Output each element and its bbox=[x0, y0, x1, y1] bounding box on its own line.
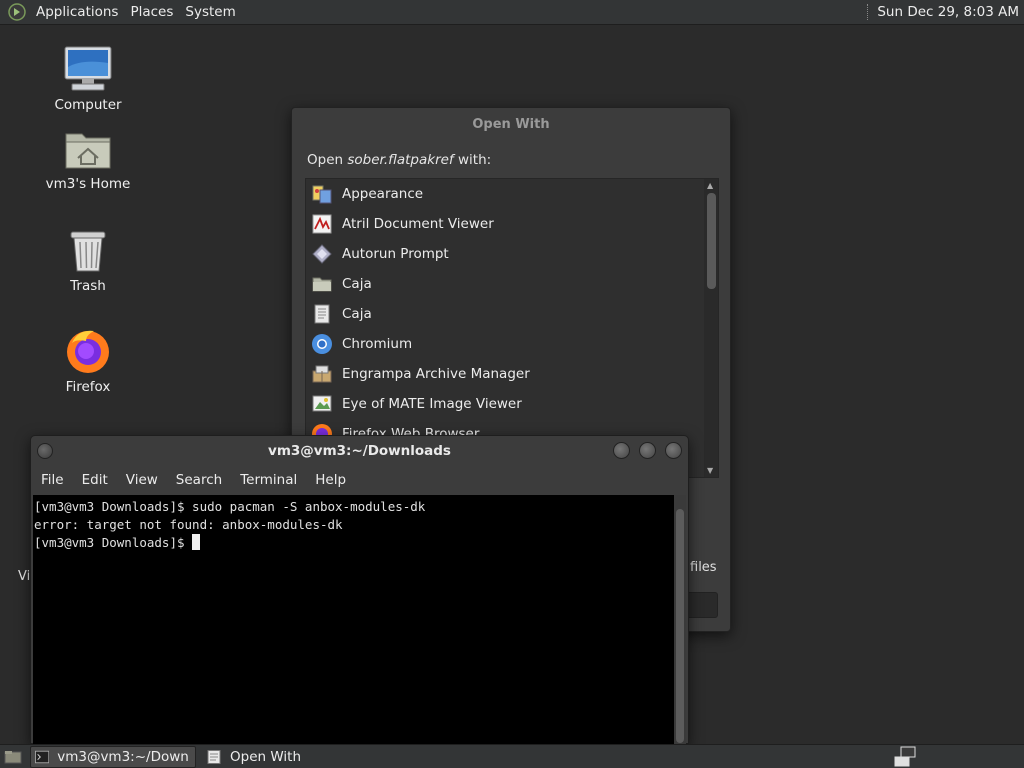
maximize-button[interactable] bbox=[639, 442, 656, 459]
show-desktop-button[interactable] bbox=[2, 748, 24, 766]
panel-separator bbox=[867, 4, 869, 20]
dialog-files-text: files bbox=[690, 560, 717, 575]
scroll-down-arrow-icon[interactable]: ▼ bbox=[707, 466, 713, 475]
chromium-icon bbox=[310, 332, 334, 356]
app-item-engrampa[interactable]: Engrampa Archive Manager bbox=[306, 359, 718, 389]
scrollbar-thumb[interactable] bbox=[707, 193, 716, 289]
app-item-label: Caja bbox=[342, 306, 372, 322]
bottom-panel: vm3@vm3:~/Downl... Open With bbox=[0, 744, 1024, 768]
desktop-icon-label: Computer bbox=[54, 97, 122, 113]
desktop-icon-label: Firefox bbox=[65, 379, 111, 395]
application-list[interactable]: Appearance Atril Document Viewer Autorun… bbox=[305, 178, 719, 478]
menu-file[interactable]: File bbox=[35, 472, 70, 488]
document-icon bbox=[207, 749, 221, 764]
app-item-label: Caja bbox=[342, 276, 372, 292]
menu-view[interactable]: View bbox=[120, 472, 164, 488]
system-menu[interactable]: System bbox=[179, 4, 241, 20]
terminal-line: [vm3@vm3 Downloads]$ sudo pacman -S anbo… bbox=[34, 499, 426, 514]
terminal-title: vm3@vm3:~/Downloads bbox=[268, 443, 451, 459]
places-menu[interactable]: Places bbox=[124, 4, 179, 20]
app-list-scrollbar[interactable]: ▲ ▼ bbox=[704, 179, 718, 477]
terminal-window: vm3@vm3:~/Downloads File Edit View Searc… bbox=[30, 435, 689, 744]
terminal-scrollbar[interactable] bbox=[674, 495, 686, 744]
app-item-label: Atril Document Viewer bbox=[342, 216, 494, 232]
top-panel: Applications Places System Sun Dec 29, 8… bbox=[0, 0, 1024, 25]
prompt-prefix: Open bbox=[307, 152, 348, 168]
image-viewer-icon bbox=[310, 392, 334, 416]
prompt-suffix: with: bbox=[453, 152, 492, 168]
desktop-icon-firefox[interactable]: Firefox bbox=[38, 327, 138, 395]
applications-menu[interactable]: Applications bbox=[30, 4, 124, 20]
dialog-title: Open With bbox=[472, 117, 550, 132]
window-menu-icon[interactable] bbox=[37, 443, 53, 459]
terminal-prompt-line: [vm3@vm3 Downloads]$ bbox=[34, 534, 675, 552]
terminal-line: error: target not found: anbox-modules-d… bbox=[34, 517, 343, 532]
autorun-icon bbox=[310, 242, 334, 266]
terminal-menubar: File Edit View Search Terminal Help bbox=[31, 466, 688, 494]
terminal-titlebar[interactable]: vm3@vm3:~/Downloads bbox=[31, 436, 688, 466]
appearance-icon bbox=[310, 182, 334, 206]
taskbar-item-open-with[interactable]: Open With bbox=[202, 746, 362, 768]
firefox-icon bbox=[67, 330, 109, 373]
minimize-button[interactable] bbox=[613, 442, 630, 459]
terminal-cursor bbox=[192, 534, 201, 550]
atril-icon bbox=[310, 212, 334, 236]
desktop-icon-computer[interactable]: Computer bbox=[38, 45, 138, 113]
dialog-button[interactable] bbox=[684, 592, 718, 618]
app-item-label: Appearance bbox=[342, 186, 424, 202]
dialog-prompt: Open sober.flatpakref with: bbox=[307, 152, 491, 168]
scrollbar-thumb[interactable] bbox=[676, 509, 684, 743]
app-item-caja-folder[interactable]: Caja bbox=[306, 269, 718, 299]
menu-terminal[interactable]: Terminal bbox=[234, 472, 303, 488]
workspace-switcher-icon[interactable] bbox=[893, 745, 917, 767]
app-item-label: Engrampa Archive Manager bbox=[342, 366, 530, 382]
desktop-icon-trash[interactable]: Trash bbox=[38, 228, 138, 294]
taskbar-item-terminal[interactable]: vm3@vm3:~/Downl... bbox=[30, 745, 196, 768]
taskbar-item-label: vm3@vm3:~/Downl... bbox=[57, 748, 189, 765]
desktop-icon-partial-label: Vi bbox=[18, 569, 31, 584]
prompt-file-name: sober.flatpakref bbox=[347, 152, 454, 168]
mate-logo-icon[interactable] bbox=[8, 3, 26, 21]
close-button[interactable] bbox=[665, 442, 682, 459]
app-item-chromium[interactable]: Chromium bbox=[306, 329, 718, 359]
app-item-caja-doc[interactable]: Caja bbox=[306, 299, 718, 329]
app-item-label: Eye of MATE Image Viewer bbox=[342, 396, 522, 412]
show-desktop-icon bbox=[4, 750, 22, 763]
home-folder-icon bbox=[65, 133, 111, 169]
taskbar-item-label: Open With bbox=[230, 748, 302, 765]
clock[interactable]: Sun Dec 29, 8:03 AM bbox=[877, 4, 1024, 20]
scroll-up-arrow-icon[interactable]: ▲ bbox=[707, 181, 713, 190]
terminal-prompt: [vm3@vm3 Downloads]$ bbox=[34, 535, 193, 550]
app-item-eye-of-mate[interactable]: Eye of MATE Image Viewer bbox=[306, 389, 718, 419]
trash-icon bbox=[70, 231, 106, 272]
app-item-appearance[interactable]: Appearance bbox=[306, 179, 718, 209]
terminal-icon bbox=[35, 750, 50, 763]
menu-help[interactable]: Help bbox=[309, 472, 352, 488]
archive-icon bbox=[310, 362, 334, 386]
menu-edit[interactable]: Edit bbox=[76, 472, 114, 488]
desktop-icon-label: Trash bbox=[70, 278, 106, 294]
app-item-label: Autorun Prompt bbox=[342, 246, 449, 262]
desktop-icon-label: vm3's Home bbox=[45, 176, 131, 192]
computer-icon bbox=[64, 46, 112, 91]
caja-doc-icon bbox=[310, 302, 334, 326]
app-item-autorun[interactable]: Autorun Prompt bbox=[306, 239, 718, 269]
app-item-label: Chromium bbox=[342, 336, 413, 352]
folder-icon bbox=[310, 272, 334, 296]
terminal-output[interactable]: [vm3@vm3 Downloads]$ sudo pacman -S anbo… bbox=[33, 495, 675, 744]
desktop-icon-home[interactable]: vm3's Home bbox=[38, 128, 138, 192]
app-item-atril[interactable]: Atril Document Viewer bbox=[306, 209, 718, 239]
menu-search[interactable]: Search bbox=[170, 472, 228, 488]
